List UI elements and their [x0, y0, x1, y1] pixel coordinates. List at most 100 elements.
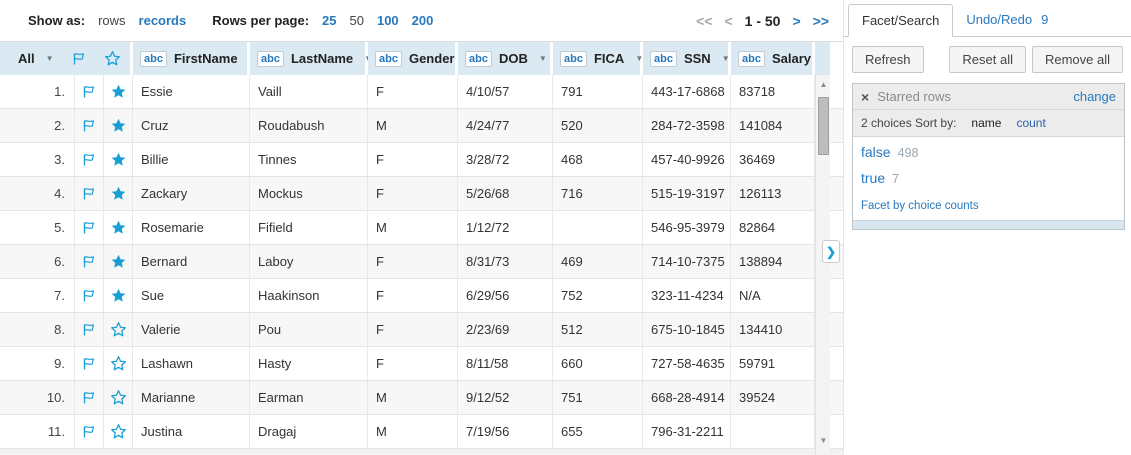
page-size-50[interactable]: 50	[350, 13, 364, 28]
table-cell[interactable]: Tinnes	[250, 143, 368, 176]
table-cell[interactable]: 4/10/57	[458, 75, 553, 108]
flag-icon[interactable]	[75, 245, 104, 278]
table-cell[interactable]: 655	[553, 415, 643, 448]
table-cell[interactable]: M	[368, 415, 458, 448]
table-cell[interactable]: 6/29/56	[458, 279, 553, 312]
table-cell[interactable]: 9/12/52	[458, 381, 553, 414]
table-cell[interactable]: 82864	[731, 211, 815, 244]
remove-all-button[interactable]: Remove all	[1032, 46, 1123, 73]
tab-undo-redo[interactable]: Undo/Redo9	[966, 12, 1048, 27]
table-cell[interactable]: Mockus	[250, 177, 368, 210]
flag-icon[interactable]	[75, 347, 104, 380]
star-icon[interactable]	[104, 143, 133, 176]
table-cell[interactable]: 39524	[731, 381, 815, 414]
scroll-up-icon[interactable]: ▲	[816, 77, 831, 91]
table-cell[interactable]: 138894	[731, 245, 815, 278]
table-cell[interactable]: Justina	[133, 415, 250, 448]
table-cell[interactable]: 468	[553, 143, 643, 176]
star-icon[interactable]	[104, 245, 133, 278]
flag-icon[interactable]	[75, 313, 104, 346]
table-cell[interactable]: 752	[553, 279, 643, 312]
star-icon[interactable]	[104, 211, 133, 244]
page-size-100[interactable]: 100	[377, 13, 399, 28]
star-icon[interactable]	[104, 313, 133, 346]
table-cell[interactable]: 284-72-3598	[643, 109, 731, 142]
table-cell[interactable]: Sue	[133, 279, 250, 312]
table-cell[interactable]: 546-95-3979	[643, 211, 731, 244]
facet-resize-handle[interactable]	[853, 220, 1124, 229]
table-cell[interactable]: Valerie	[133, 313, 250, 346]
flag-icon[interactable]	[75, 109, 104, 142]
table-cell[interactable]: 791	[553, 75, 643, 108]
table-cell[interactable]: Fifield	[250, 211, 368, 244]
flag-icon[interactable]	[75, 75, 104, 108]
flag-icon[interactable]	[75, 143, 104, 176]
pagination-last[interactable]: >>	[813, 13, 829, 29]
table-cell[interactable]: Haakinson	[250, 279, 368, 312]
table-cell[interactable]: Roudabush	[250, 109, 368, 142]
facet-change-link[interactable]: change	[1073, 89, 1116, 104]
table-cell[interactable]: 83718	[731, 75, 815, 108]
table-cell[interactable]: 660	[553, 347, 643, 380]
table-cell[interactable]: 4/24/77	[458, 109, 553, 142]
star-icon[interactable]	[104, 347, 133, 380]
column-header-salary[interactable]: abcSalary▼	[731, 42, 815, 75]
table-cell[interactable]: 469	[553, 245, 643, 278]
table-cell[interactable]: 520	[553, 109, 643, 142]
column-header-firstname[interactable]: abcFirstName▼	[133, 42, 250, 75]
table-cell[interactable]: 457-40-9926	[643, 143, 731, 176]
column-header-ssn[interactable]: abcSSN▼	[643, 42, 731, 75]
table-cell[interactable]: 8/31/73	[458, 245, 553, 278]
table-cell[interactable]: Billie	[133, 143, 250, 176]
table-cell[interactable]: F	[368, 347, 458, 380]
table-cell[interactable]: F	[368, 143, 458, 176]
table-cell[interactable]: 668-28-4914	[643, 381, 731, 414]
star-icon[interactable]	[104, 177, 133, 210]
table-cell[interactable]: Marianne	[133, 381, 250, 414]
table-cell[interactable]: 8/11/58	[458, 347, 553, 380]
table-cell[interactable]: 141084	[731, 109, 815, 142]
table-cell[interactable]: 443-17-6868	[643, 75, 731, 108]
table-cell[interactable]: F	[368, 177, 458, 210]
table-cell[interactable]: Vaill	[250, 75, 368, 108]
table-cell[interactable]: 796-31-2211	[643, 415, 731, 448]
page-size-200[interactable]: 200	[412, 13, 434, 28]
view-option-records[interactable]: records	[139, 13, 187, 28]
scrollbar-thumb[interactable]	[818, 97, 829, 155]
table-cell[interactable]: Laboy	[250, 245, 368, 278]
table-cell[interactable]: 512	[553, 313, 643, 346]
page-size-25[interactable]: 25	[322, 13, 336, 28]
star-icon[interactable]	[104, 279, 133, 312]
table-cell[interactable]: Earman	[250, 381, 368, 414]
column-header-dob[interactable]: abcDOB▼	[458, 42, 553, 75]
column-header-gender[interactable]: abcGender▼	[368, 42, 458, 75]
table-cell[interactable]: 59791	[731, 347, 815, 380]
table-cell[interactable]: Essie	[133, 75, 250, 108]
table-cell[interactable]: Pou	[250, 313, 368, 346]
column-header-all[interactable]: All ▼	[0, 42, 133, 75]
table-cell[interactable]: 134410	[731, 313, 815, 346]
star-icon[interactable]	[104, 415, 133, 448]
vertical-scrollbar[interactable]: ▲ ▼	[815, 75, 830, 455]
table-cell[interactable]: F	[368, 245, 458, 278]
refresh-button[interactable]: Refresh	[852, 46, 924, 73]
table-cell[interactable]: Hasty	[250, 347, 368, 380]
table-cell[interactable]: 716	[553, 177, 643, 210]
table-cell[interactable]: 675-10-1845	[643, 313, 731, 346]
table-cell[interactable]: M	[368, 211, 458, 244]
pagination-next[interactable]: >	[792, 13, 800, 29]
facet-choice-value[interactable]: true	[861, 170, 885, 186]
table-cell[interactable]: F	[368, 75, 458, 108]
table-cell[interactable]: 714-10-7375	[643, 245, 731, 278]
flag-icon[interactable]	[75, 279, 104, 312]
sort-option-name[interactable]: name	[971, 116, 1001, 130]
view-option-rows[interactable]: rows	[98, 13, 125, 28]
table-cell[interactable]: 323-11-4234	[643, 279, 731, 312]
table-cell[interactable]: M	[368, 381, 458, 414]
pagination-first[interactable]: <<	[696, 13, 712, 29]
pagination-previous[interactable]: <	[724, 13, 732, 29]
flag-icon[interactable]	[75, 415, 104, 448]
flag-icon[interactable]	[75, 381, 104, 414]
table-cell[interactable]: 126113	[731, 177, 815, 210]
table-cell[interactable]: F	[368, 279, 458, 312]
